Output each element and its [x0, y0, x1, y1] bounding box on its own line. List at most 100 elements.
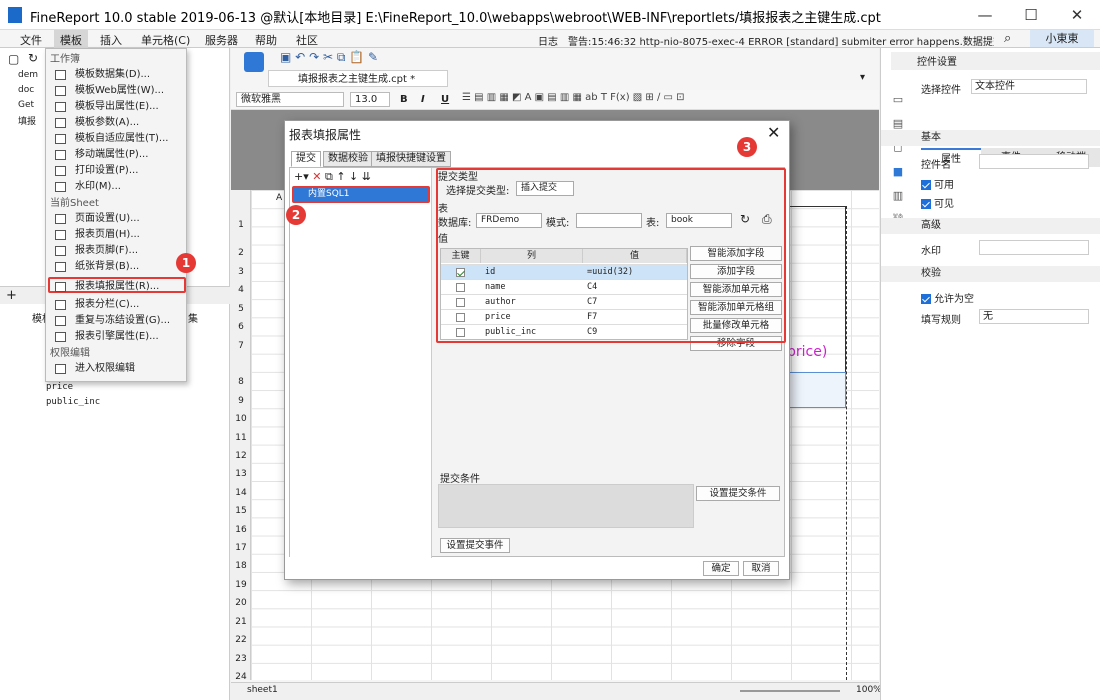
- ok-button[interactable]: 确定: [703, 561, 739, 576]
- format-icons[interactable]: ☰ ▤ ▥ ▦ ◩ A ▣ ▤ ▥ ▦ ab T F(x) ▧ ⊞ ∕ ▭ ⊡: [462, 92, 872, 107]
- italic-button[interactable]: I: [421, 94, 425, 105]
- tree-item[interactable]: doc: [18, 85, 34, 95]
- menu-item-header[interactable]: 报表页眉(H)...: [50, 227, 184, 243]
- cancel-button[interactable]: 取消: [743, 561, 779, 576]
- menu-item-mobile[interactable]: 移动端属性(P)...: [50, 147, 184, 163]
- menu-template[interactable]: 模板: [54, 30, 88, 48]
- submit-list-item[interactable]: 内置SQL1: [292, 186, 430, 203]
- zoom-level[interactable]: 100%: [856, 685, 882, 695]
- row-number[interactable]: 7: [231, 341, 251, 351]
- menu-item-freeze[interactable]: 重复与冻结设置(G)...: [50, 313, 184, 329]
- log-label[interactable]: 日志: [538, 33, 558, 48]
- menu-insert[interactable]: 插入: [100, 32, 122, 48]
- allow-empty-checkbox[interactable]: 允许为空: [921, 290, 974, 305]
- panel-tab[interactable]: 集: [188, 310, 198, 325]
- move-down-icon[interactable]: ↓: [349, 170, 358, 183]
- row-number[interactable]: 1: [231, 220, 251, 230]
- row-number[interactable]: 6: [231, 322, 251, 332]
- row-number[interactable]: 11: [231, 433, 251, 443]
- tree-item[interactable]: Get: [18, 100, 34, 110]
- row-number[interactable]: 18: [231, 561, 251, 571]
- right-side-icons[interactable]: ▭▤◻■▥⛓: [889, 88, 907, 288]
- set-condition-button[interactable]: 设置提交条件: [696, 486, 780, 501]
- row-number[interactable]: 20: [231, 598, 251, 608]
- row-number[interactable]: 24: [231, 672, 251, 682]
- new-file-icon[interactable]: ▢: [8, 52, 19, 66]
- rule-select[interactable]: 无: [979, 309, 1089, 324]
- menu-item-export-attr[interactable]: 模板导出属性(E)...: [50, 99, 184, 115]
- control-name-input[interactable]: [979, 154, 1089, 169]
- editor-tab-label[interactable]: 填报报表之主键生成.cpt *: [298, 70, 415, 86]
- row-number[interactable]: 23: [231, 654, 251, 664]
- dialog-close-icon[interactable]: ✕: [767, 123, 780, 142]
- menu-community[interactable]: 社区: [296, 32, 318, 48]
- section-basic[interactable]: 基本: [881, 130, 1100, 146]
- row-number[interactable]: 17: [231, 543, 251, 553]
- tab-data-validation[interactable]: 数据校验: [323, 151, 373, 167]
- row-number[interactable]: 16: [231, 525, 251, 535]
- format-painter-icon[interactable]: ✎: [368, 50, 378, 64]
- row-number[interactable]: 13: [231, 469, 251, 479]
- row-number[interactable]: 12: [231, 451, 251, 461]
- section-advanced[interactable]: 高级: [881, 218, 1100, 234]
- visible-checkbox[interactable]: 可见: [921, 195, 954, 210]
- menu-item-page-setup[interactable]: 页面设置(U)...: [50, 211, 184, 227]
- log-message[interactable]: 警告:15:46:32 http-nio-8075-exec-4 ERROR […: [568, 33, 994, 48]
- condition-area[interactable]: [438, 484, 694, 528]
- undo-icon[interactable]: ↶: [295, 50, 305, 64]
- field-item[interactable]: price: [46, 382, 73, 392]
- search-icon[interactable]: ⌕: [1004, 31, 1011, 46]
- menu-cell[interactable]: 单元格(C): [141, 32, 190, 48]
- enabled-checkbox[interactable]: 可用: [921, 176, 954, 191]
- cut-icon[interactable]: ✂: [323, 50, 333, 64]
- menu-item-dataset[interactable]: 模板数据集(D)...: [50, 67, 184, 83]
- row-number[interactable]: 14: [231, 488, 251, 498]
- menu-item-permission-edit[interactable]: 进入权限编辑: [50, 361, 184, 377]
- row-number[interactable]: 19: [231, 580, 251, 590]
- save-icon[interactable]: ▣: [280, 50, 291, 64]
- template-icon[interactable]: [244, 52, 264, 72]
- row-number[interactable]: 15: [231, 506, 251, 516]
- bold-button[interactable]: B: [400, 94, 408, 105]
- row-number[interactable]: 10: [231, 414, 251, 424]
- row-number[interactable]: 5: [231, 304, 251, 314]
- tab-submit[interactable]: 提交: [291, 151, 321, 167]
- menu-item-fill-attributes[interactable]: 报表填报属性(R)...: [48, 277, 186, 293]
- move-up-icon[interactable]: ↑: [336, 170, 345, 183]
- row-number[interactable]: 2: [231, 248, 251, 258]
- section-validate[interactable]: 校验: [881, 266, 1100, 282]
- font-family-select[interactable]: 微软雅黑: [236, 92, 344, 107]
- font-size-select[interactable]: 13.0: [350, 92, 390, 107]
- zoom-slider[interactable]: [740, 690, 840, 692]
- set-submit-event-button[interactable]: 设置提交事件: [440, 538, 510, 553]
- row-number[interactable]: 9: [231, 396, 251, 406]
- menu-item-engine[interactable]: 报表引擎属性(E)...: [50, 329, 184, 345]
- redo-icon[interactable]: ↷: [309, 50, 319, 64]
- sheet-tab[interactable]: sheet1: [247, 685, 278, 695]
- tab-shortcut[interactable]: 填报快捷键设置: [371, 151, 451, 167]
- row-number[interactable]: 21: [231, 617, 251, 627]
- delete-icon[interactable]: ✕: [312, 170, 321, 183]
- menu-item-params[interactable]: 模板参数(A)...: [50, 115, 184, 131]
- menu-item-print[interactable]: 打印设置(P)...: [50, 163, 184, 179]
- menu-item-columns[interactable]: 报表分栏(C)...: [50, 297, 184, 313]
- tab-menu-icon[interactable]: ▾: [860, 72, 865, 83]
- menu-server[interactable]: 服务器: [205, 32, 238, 48]
- minimize-icon[interactable]: —: [962, 0, 1008, 30]
- menu-help[interactable]: 帮助: [255, 32, 277, 48]
- underline-button[interactable]: U: [441, 94, 449, 105]
- row-number[interactable]: 4: [231, 285, 251, 295]
- paste-icon[interactable]: 📋: [349, 50, 364, 64]
- row-number[interactable]: 8: [231, 377, 251, 387]
- menu-item-footer[interactable]: 报表页脚(F)...: [50, 243, 184, 259]
- menu-item-adaptive[interactable]: 模板自适应属性(T)...: [50, 131, 184, 147]
- menu-item-watermark[interactable]: 水印(M)...: [50, 179, 184, 195]
- menu-item-background[interactable]: 纸张背景(B)...: [50, 259, 184, 275]
- row-number[interactable]: 3: [231, 267, 251, 277]
- watermark-input[interactable]: [979, 240, 1089, 255]
- add-icon[interactable]: +: [6, 288, 17, 303]
- copy-icon[interactable]: ⧉: [325, 170, 333, 183]
- menu-file[interactable]: 文件: [20, 32, 42, 48]
- column-header-a[interactable]: A: [276, 193, 282, 203]
- sort-icon[interactable]: ⇊: [362, 170, 371, 183]
